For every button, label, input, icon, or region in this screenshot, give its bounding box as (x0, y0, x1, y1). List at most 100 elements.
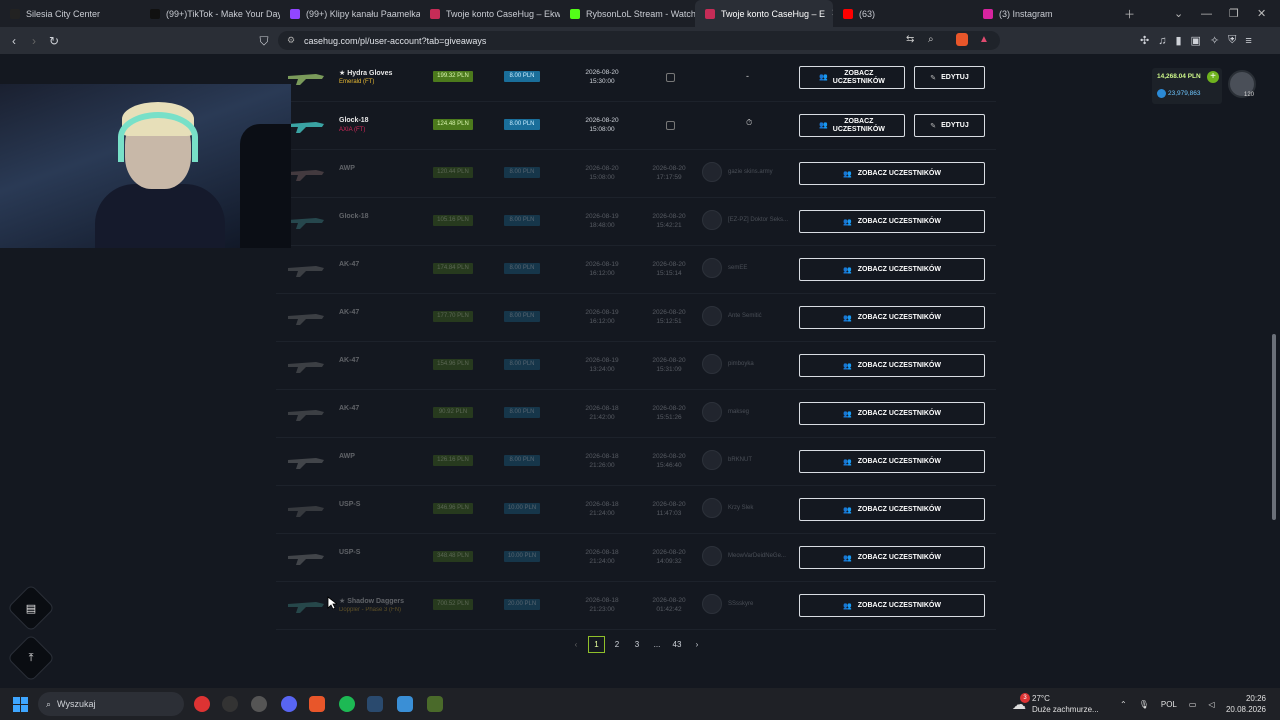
site-info-icon[interactable]: ⚙ (287, 35, 295, 46)
app-icon-2[interactable] (222, 696, 238, 712)
discord-icon[interactable] (281, 696, 297, 712)
next-page-icon[interactable]: › (687, 636, 707, 653)
volume-icon[interactable]: ◁ (1208, 700, 1214, 709)
winner[interactable]: [EZ-PZ] Doktor Seks... (702, 210, 788, 230)
url-bar[interactable]: ⚙ casehug.com/pl/user-account?tab=giveaw… (278, 31, 1000, 50)
microphone-icon[interactable]: 🎙 (1139, 700, 1149, 709)
prev-page-icon[interactable]: ‹ (566, 636, 586, 653)
app-icon-3[interactable] (251, 696, 267, 712)
steam-icon[interactable] (367, 696, 383, 712)
chat-icon: ▤ (25, 602, 37, 615)
minimize-icon[interactable]: — (1201, 0, 1212, 27)
spotify-icon[interactable] (339, 696, 355, 712)
winner-placeholder: - (746, 71, 749, 81)
tray-overflow-icon[interactable]: ⌃ (1120, 700, 1127, 709)
winner[interactable]: pimboyka (702, 354, 754, 374)
monitor-icon[interactable]: ▭ (1189, 700, 1197, 709)
item-name: ★ Hydra Gloves (339, 70, 393, 77)
translate-icon[interactable]: ⇆ (906, 34, 914, 45)
winner[interactable]: SSsskyre (702, 594, 753, 614)
view-participants-button[interactable]: 👥 ZOBACZ UCZESTNIKÓW (799, 258, 985, 281)
leo-icon[interactable]: ✧ (1210, 34, 1219, 47)
reload-icon[interactable]: ↻ (44, 34, 64, 48)
vpn-icon[interactable]: ⛨ (1228, 34, 1236, 47)
browser-tab[interactable]: (63) (833, 0, 973, 27)
users-icon: 👥 (843, 314, 852, 322)
winner[interactable]: Ante Semitić (702, 306, 762, 326)
brave-shield-icon[interactable] (956, 33, 968, 46)
end-date: 2026-08-20 (652, 213, 686, 220)
close-window-icon[interactable]: ✕ (1257, 0, 1266, 27)
new-tab-button[interactable]: ＋ (1124, 0, 1135, 27)
start-time: 15:30:00 (589, 78, 615, 85)
tab-list-icon[interactable]: ⌄ (1174, 0, 1183, 27)
browser-tab[interactable]: Silesia City Center (0, 0, 140, 27)
brave-rewards-icon[interactable]: ▲ (979, 34, 989, 45)
winner[interactable]: Krzy Slek (702, 498, 753, 518)
winner[interactable]: bRKNUT (702, 450, 752, 470)
app-icon-9[interactable] (427, 696, 443, 712)
end-date: 2026-08-20 (652, 165, 686, 172)
view-participants-button[interactable]: 👥 ZOBACZ UCZESTNIKÓW (799, 354, 985, 377)
page-1-button[interactable]: 1 (588, 636, 605, 653)
end-datetime: 2026-08-20 15:51:26 (644, 404, 694, 422)
windows-start-icon[interactable] (13, 697, 28, 712)
wallet-icon[interactable]: ▣ (1191, 34, 1201, 47)
menu-icon[interactable]: ≡ (1245, 35, 1251, 47)
start-date: 2026-08-19 (585, 213, 619, 220)
browser-tab[interactable]: Twoje konto CaseHug – E✕ (695, 0, 833, 27)
winner[interactable]: gazie skins.army (702, 162, 773, 182)
bookmark-icon[interactable]: ⛉ (254, 34, 274, 49)
maximize-icon[interactable]: ❐ (1229, 0, 1239, 27)
chat-button[interactable]: ▤ (6, 583, 56, 633)
media-icon[interactable]: ♫ (1158, 35, 1166, 47)
start-time: 21:24:00 (589, 510, 615, 517)
start-datetime: 2026-08-18 21:23:00 (577, 596, 627, 614)
page-2-button[interactable]: 2 (607, 636, 627, 653)
page-4-button[interactable]: ... (647, 636, 667, 653)
end-time: 17:17:59 (656, 174, 682, 181)
browser-tab[interactable]: (99+)TikTok - Make Your Day (140, 0, 280, 27)
browser-tab[interactable]: RybsonLoL Stream - Watch Li (560, 0, 695, 27)
winner[interactable]: makseg (702, 402, 749, 422)
view-participants-button[interactable]: 👥 ZOBACZ UCZESTNIKÓW (799, 162, 985, 185)
users-icon: 👥 (843, 266, 852, 274)
app-icon-1[interactable] (194, 696, 210, 712)
language-indicator[interactable]: POL (1161, 700, 1177, 709)
sidebar-icon[interactable]: ▮ (1175, 34, 1181, 47)
zoom-icon[interactable]: ⌕ (928, 34, 934, 45)
view-participants-button[interactable]: 👥 ZOBACZ UCZESTNIKÓW (799, 450, 985, 473)
winner-avatar (702, 162, 722, 182)
store-icon[interactable] (397, 696, 413, 712)
view-participants-button[interactable]: 👥 ZOBACZ UCZESTNIKÓW (799, 114, 905, 137)
button-label: ZOBACZ UCZESTNIKÓW (857, 602, 941, 609)
browser-tab[interactable]: (99+) Klipy kanału Paamelka - (280, 0, 420, 27)
weather-badge: 3 (1020, 692, 1030, 703)
view-participants-button[interactable]: 👥 ZOBACZ UCZESTNIKÓW (799, 498, 985, 521)
winner[interactable]: semEE (702, 258, 747, 278)
edit-button[interactable]: ✎ EDYTUJ (914, 66, 985, 89)
winner[interactable]: MeowVarDeidNeGe... (702, 546, 786, 566)
taskbar-search[interactable]: ⌕ Wyszukaj (38, 692, 184, 716)
view-participants-button[interactable]: 👥 ZOBACZ UCZESTNIKÓW (799, 210, 985, 233)
browser-tab[interactable]: (3) Instagram (973, 0, 1115, 27)
view-participants-button[interactable]: 👥 ZOBACZ UCZESTNIKÓW (799, 546, 985, 569)
extensions-icon[interactable]: ✣ (1140, 34, 1149, 47)
back-icon[interactable]: ‹ (4, 34, 24, 48)
weather-widget[interactable]: ☁ 3 27°C Duże zachmurze... (1012, 688, 1099, 720)
scroll-top-button[interactable]: ⤒ (6, 633, 56, 683)
clock[interactable]: 20:26 20.08.2026 (1226, 688, 1266, 720)
edit-button[interactable]: ✎ EDYTUJ (914, 114, 985, 137)
scrollbar-thumb[interactable] (1272, 334, 1276, 520)
add-funds-button[interactable]: + (1207, 71, 1219, 83)
view-participants-button[interactable]: 👥 ZOBACZ UCZESTNIKÓW (799, 402, 985, 425)
forward-icon[interactable]: › (24, 34, 44, 48)
page-3-button[interactable]: 3 (627, 636, 647, 653)
brave-icon[interactable] (309, 696, 325, 712)
browser-tab[interactable]: Twoje konto CaseHug – Ekwip (420, 0, 560, 27)
item-price: 177.70 PLN (433, 311, 473, 322)
view-participants-button[interactable]: 👥 ZOBACZ UCZESTNIKÓW (799, 306, 985, 329)
page-5-button[interactable]: 43 (667, 636, 687, 653)
view-participants-button[interactable]: 👥 ZOBACZ UCZESTNIKÓW (799, 66, 905, 89)
view-participants-button[interactable]: 👥 ZOBACZ UCZESTNIKÓW (799, 594, 985, 617)
